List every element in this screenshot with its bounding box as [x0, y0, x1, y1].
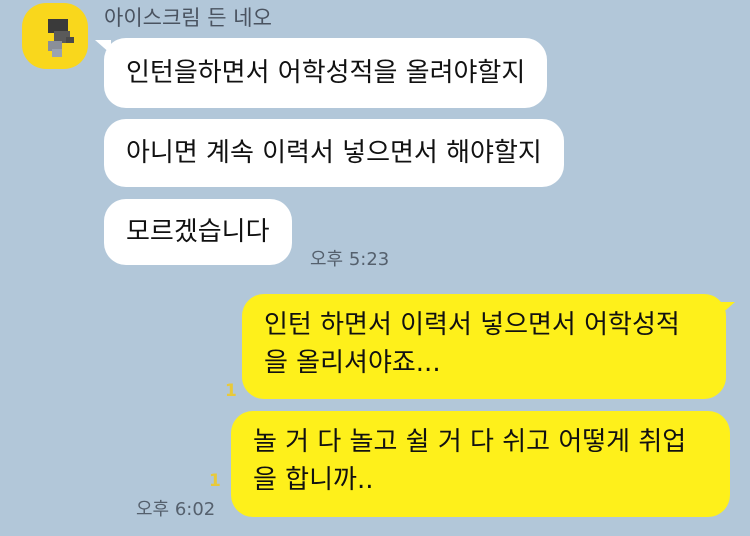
- message-text-line: 인턴 하면서 이력서 넣으면서 어학성적: [264, 310, 680, 340]
- message-text: 인턴을하면서 어학성적을 올려야할지: [126, 58, 526, 88]
- sender-name: 아이스크림 든 네오: [104, 6, 272, 30]
- sent-message-bubble[interactable]: 인턴 하면서 이력서 넣으면서 어학성적 을 올리셔야죠...: [242, 294, 726, 399]
- message-text-line: 을 합니까..: [253, 465, 374, 495]
- unread-count: 1: [225, 381, 237, 401]
- message-text-line: 을 올리셔야죠...: [264, 348, 441, 378]
- received-message-bubble[interactable]: 아니면 계속 이력서 넣으면서 해야할지: [104, 119, 564, 187]
- sent-message-bubble[interactable]: 놀 거 다 놀고 쉴 거 다 쉬고 어떻게 취업 을 합니까..: [231, 411, 730, 517]
- received-message-bubble[interactable]: 인턴을하면서 어학성적을 올려야할지: [104, 38, 548, 108]
- unread-count: 1: [209, 471, 221, 491]
- received-message-bubble[interactable]: 모르겠습니다: [104, 199, 292, 265]
- profile-avatar-icon[interactable]: [22, 3, 88, 69]
- message-text: 모르겠습니다: [126, 217, 270, 247]
- message-timestamp: 오후 5:23: [310, 249, 390, 270]
- message-timestamp: 오후 6:02: [136, 499, 216, 520]
- message-text: 아니면 계속 이력서 넣으면서 해야할지: [126, 138, 542, 168]
- message-text-line: 놀 거 다 놀고 쉴 거 다 쉬고 어떻게 취업: [253, 427, 687, 457]
